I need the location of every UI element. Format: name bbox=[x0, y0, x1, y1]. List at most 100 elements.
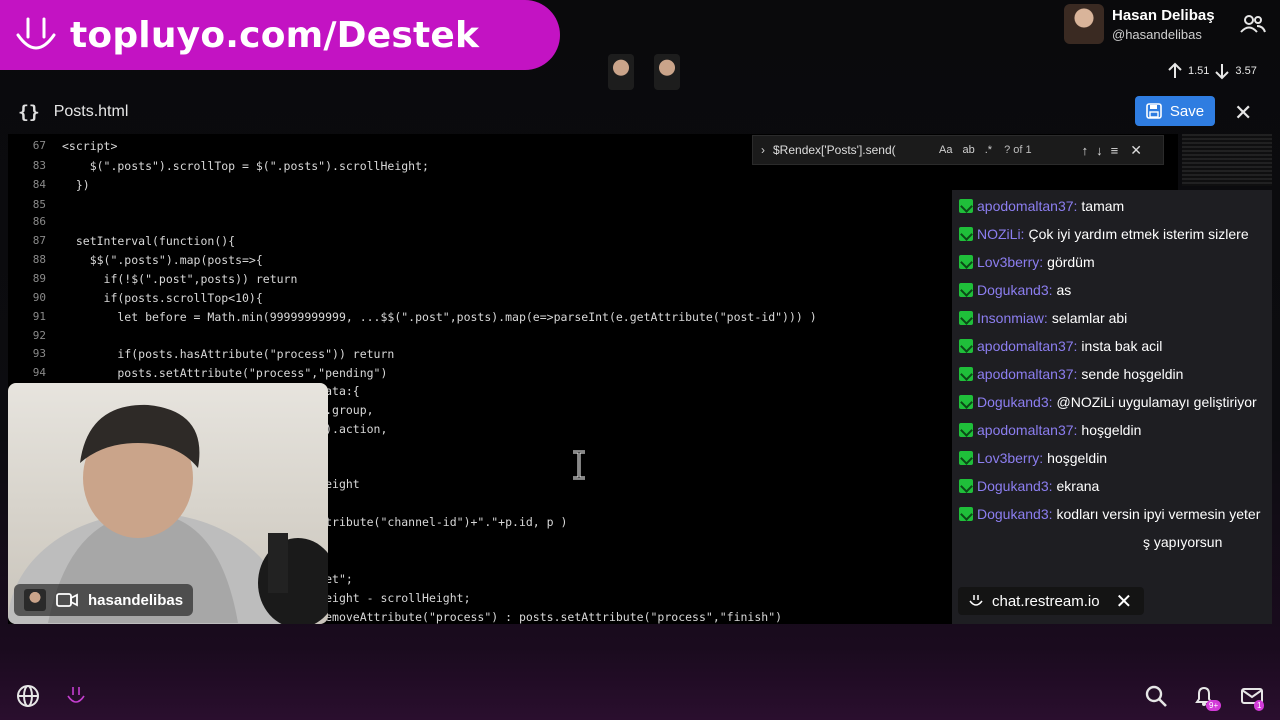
kick-badge-icon bbox=[959, 479, 973, 493]
kick-badge-icon bbox=[959, 367, 973, 381]
code-line[interactable]: 91 let before = Math.min(99999999999, ..… bbox=[8, 307, 817, 326]
chat-username[interactable]: apodomaltan37: bbox=[977, 198, 1077, 214]
webcam-username: hasandelibas bbox=[88, 591, 184, 609]
menu-icon[interactable]: ≡ bbox=[1111, 143, 1119, 158]
kick-badge-icon bbox=[959, 507, 973, 521]
restream-link[interactable]: chat.restream.io bbox=[992, 593, 1100, 610]
minimap[interactable] bbox=[1182, 134, 1272, 186]
viewer-faces bbox=[608, 54, 680, 90]
text-cursor-icon bbox=[573, 450, 585, 480]
code-line[interactable]: 83 $(".posts").scrollTop = $(".posts").s… bbox=[8, 156, 429, 175]
code-line[interactable]: 94 posts.setAttribute("process","pending… bbox=[8, 363, 388, 382]
code-text: if(posts.scrollTop<10){ bbox=[62, 290, 263, 305]
save-icon bbox=[1146, 103, 1162, 119]
line-number: 84 bbox=[32, 178, 46, 191]
code-text: }) bbox=[62, 177, 90, 192]
chat-message: Insonmiaw: selamlar abi bbox=[959, 308, 1264, 329]
smile-logo-icon bbox=[969, 595, 983, 606]
avatar[interactable] bbox=[1064, 4, 1104, 44]
chat-text: ekrana bbox=[1056, 478, 1100, 494]
globe-icon[interactable] bbox=[16, 684, 40, 708]
editor-title-bar: {} Posts.html Save ✕ bbox=[0, 94, 1272, 130]
match-case-toggle[interactable]: Aa bbox=[939, 144, 952, 156]
chat-username[interactable]: Dogukand3: bbox=[977, 506, 1053, 522]
smile-logo-icon bbox=[16, 17, 56, 50]
regex-toggle[interactable]: .* bbox=[985, 144, 992, 156]
chat-username[interactable]: Insonmiaw: bbox=[977, 310, 1048, 326]
code-line[interactable]: 90 if(posts.scrollTop<10){ bbox=[8, 288, 263, 307]
code-line[interactable]: 67 <script> bbox=[8, 136, 118, 155]
chat-text: hoşgeldin bbox=[1047, 450, 1108, 466]
save-button[interactable]: Save bbox=[1135, 96, 1215, 126]
line-number: 83 bbox=[32, 159, 46, 172]
mail-badge: 1 bbox=[1254, 700, 1265, 711]
find-count: ? of 1 bbox=[1004, 144, 1032, 156]
chat-username[interactable]: Dogukand3: bbox=[977, 478, 1053, 494]
close-icon[interactable]: ✕ bbox=[1130, 142, 1142, 159]
chat-text: tamam bbox=[1081, 198, 1125, 214]
code-line[interactable]: 92 bbox=[8, 326, 62, 345]
kick-badge-icon bbox=[959, 423, 973, 437]
chat-username[interactable]: apodomaltan37: bbox=[977, 366, 1077, 382]
chat-username[interactable]: apodomaltan37: bbox=[977, 338, 1077, 354]
chat-message: NOZiLi: Çok iyi yardım etmek isterim sizl… bbox=[959, 224, 1264, 245]
arrow-up-icon[interactable]: ↑ bbox=[1082, 143, 1089, 158]
code-text: if(posts.hasAttribute("process")) return bbox=[62, 346, 395, 361]
chat-message: apodomaltan37: sende hoşgeldin bbox=[959, 364, 1264, 385]
chat-message: ş yapıyorsun bbox=[1143, 534, 1223, 550]
chat-message: Dogukand3: ekrana bbox=[959, 476, 1264, 497]
chat-text: Çok iyi yardım etmek isterim sizlere bbox=[1028, 226, 1249, 242]
viewer-avatar bbox=[654, 54, 680, 90]
profile-handle: @hasandelibas bbox=[1112, 26, 1202, 42]
code-line[interactable]: 86 bbox=[8, 212, 62, 231]
code-line[interactable]: 93 if(posts.hasAttribute("process")) ret… bbox=[8, 344, 395, 363]
chat-message: apodomaltan37: hoşgeldin bbox=[959, 420, 1264, 441]
close-icon[interactable]: ✕ bbox=[1116, 589, 1133, 614]
code-line[interactable]: 89 if(!$(".post",posts)) return bbox=[8, 269, 298, 288]
arrow-down-icon[interactable] bbox=[1213, 62, 1231, 80]
arrow-up-icon[interactable] bbox=[1166, 62, 1184, 80]
arrow-down-icon[interactable]: ↓ bbox=[1096, 143, 1103, 158]
line-number: 94 bbox=[32, 366, 46, 379]
find-input[interactable]: $Rendex['Posts'].send( bbox=[773, 143, 933, 157]
smile-logo-icon[interactable] bbox=[64, 684, 88, 708]
kick-badge-icon bbox=[959, 227, 973, 241]
chat-username[interactable]: Dogukand3: bbox=[977, 282, 1053, 298]
chat-username[interactable]: NOZiLi: bbox=[977, 226, 1024, 242]
notification-badge: 9+ bbox=[1206, 700, 1222, 711]
save-label: Save bbox=[1169, 102, 1205, 120]
chat-username[interactable]: apodomaltan37: bbox=[977, 422, 1077, 438]
match-word-toggle[interactable]: ab bbox=[962, 144, 974, 156]
kick-badge-icon bbox=[959, 311, 973, 325]
vote-counter: 1.51 3.57 bbox=[1166, 62, 1257, 80]
chat-text: selamlar abi bbox=[1051, 310, 1128, 326]
chat-message: Lov3berry: gördüm bbox=[959, 252, 1264, 273]
chat-text: kodları versin ipyi vermesin yeter bbox=[1056, 506, 1261, 522]
profile-name: Hasan Delibaş bbox=[1112, 6, 1215, 24]
chat-message: apodomaltan37: insta bak acil bbox=[959, 336, 1264, 357]
chat-message: Dogukand3: kodları versin ipyi vermesin y… bbox=[959, 504, 1264, 525]
code-line[interactable]: 84 }) bbox=[8, 175, 90, 194]
code-line[interactable]: 87 setInterval(function(){ bbox=[8, 231, 235, 250]
chat-text: insta bak acil bbox=[1081, 338, 1163, 354]
profile-card[interactable]: Hasan Delibaş @hasandelibas bbox=[1064, 4, 1215, 44]
close-icon[interactable]: ✕ bbox=[1234, 100, 1252, 126]
viewer-avatar bbox=[608, 54, 634, 90]
line-number: 90 bbox=[32, 291, 46, 304]
chat-username[interactable]: Lov3berry: bbox=[977, 254, 1043, 270]
webcam-name-tag: hasandelibas bbox=[14, 584, 194, 616]
chevron-right-icon[interactable]: › bbox=[761, 143, 765, 157]
code-text: $$(".posts").map(posts=>{ bbox=[62, 252, 263, 267]
search-icon[interactable] bbox=[1144, 684, 1168, 708]
chat-text: hoşgeldin bbox=[1081, 422, 1142, 438]
downvote-count: 3.57 bbox=[1235, 65, 1257, 77]
code-line[interactable]: 88 $$(".posts").map(posts=>{ bbox=[8, 250, 263, 269]
video-camera-icon bbox=[56, 593, 78, 607]
line-number: 92 bbox=[32, 329, 46, 342]
chat-username[interactable]: Dogukand3: bbox=[977, 394, 1053, 410]
chat-panel[interactable]: apodomaltan37: tamam NOZiLi: Çok iyi yardım… bbox=[952, 190, 1272, 624]
kick-badge-icon bbox=[959, 339, 973, 353]
people-icon[interactable] bbox=[1240, 14, 1266, 34]
chat-username[interactable]: Lov3berry: bbox=[977, 450, 1043, 466]
code-text: <script> bbox=[62, 138, 118, 153]
